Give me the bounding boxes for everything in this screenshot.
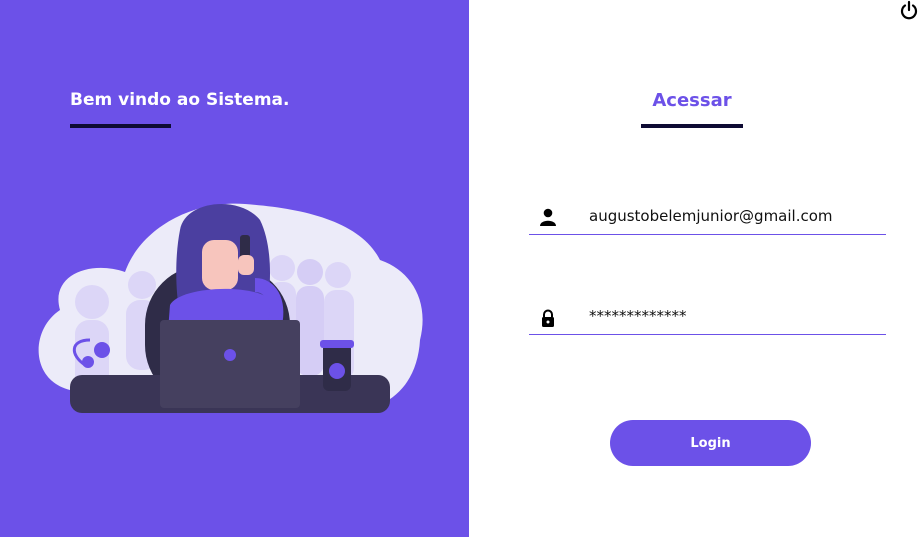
password-input[interactable] <box>589 303 879 329</box>
user-icon <box>540 208 556 226</box>
login-title-underline <box>641 124 743 128</box>
password-field <box>529 299 886 335</box>
password-underline <box>529 334 886 335</box>
login-button[interactable]: Login <box>610 420 811 466</box>
email-input[interactable] <box>589 203 879 229</box>
welcome-underline <box>70 124 171 128</box>
email-underline <box>529 234 886 235</box>
email-field <box>529 199 886 235</box>
login-title: Acessar <box>652 90 732 111</box>
welcome-panel: Bem vindo ao Sistema. <box>0 0 469 537</box>
lock-icon <box>542 309 554 327</box>
woman-with-laptop-illustration <box>38 203 423 413</box>
welcome-title: Bem vindo ao Sistema. <box>70 90 290 110</box>
power-icon[interactable] <box>898 0 920 22</box>
